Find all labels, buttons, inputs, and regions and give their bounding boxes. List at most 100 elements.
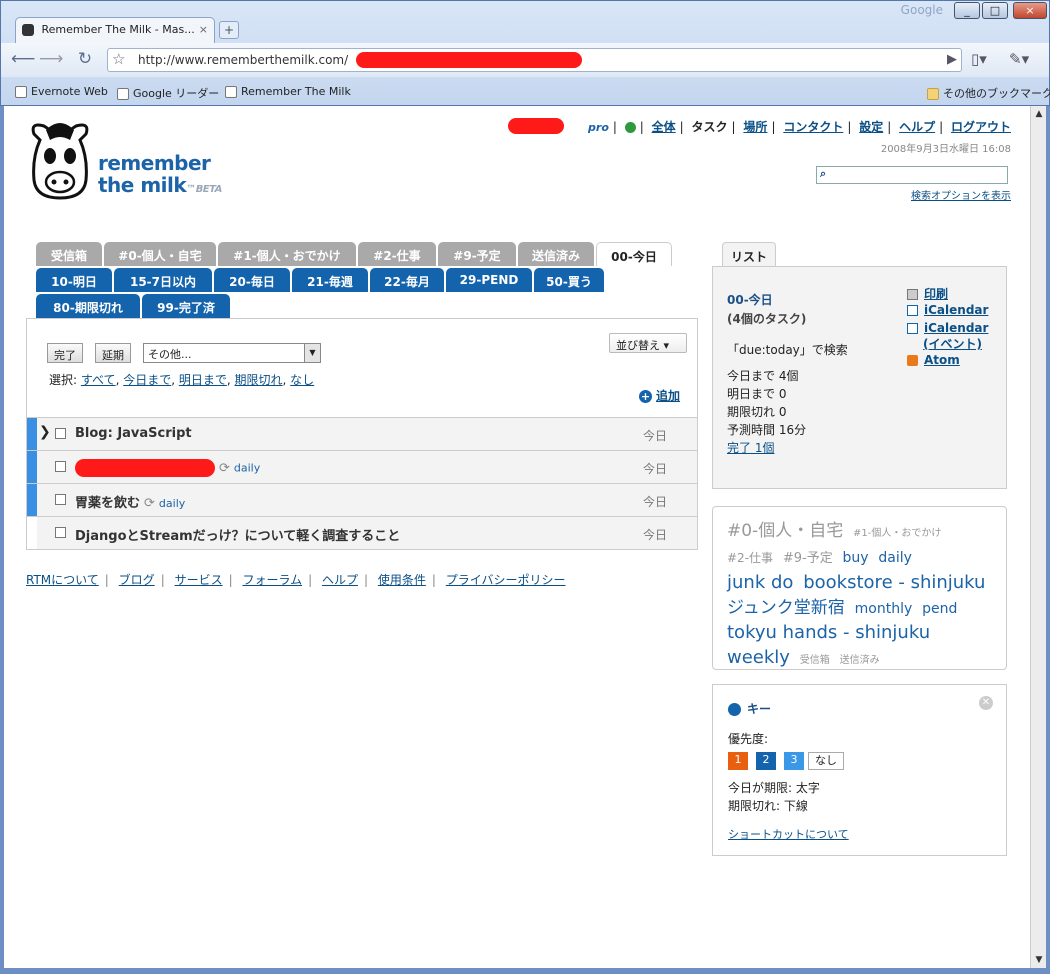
tag-cloud-item[interactable]: pend: [922, 601, 957, 617]
tab-personal-out[interactable]: #1-個人・おでかけ: [218, 242, 356, 266]
icalendar-events-link[interactable]: iCalendar: [907, 321, 988, 335]
minimize-button[interactable]: _: [954, 2, 980, 19]
page-menu-icon[interactable]: ▯▾: [971, 50, 987, 68]
tab-within-7-days[interactable]: 15-7日以内: [114, 268, 212, 292]
icalendar-events-sub[interactable]: (イベント): [923, 335, 982, 352]
footer-services[interactable]: サービス: [175, 573, 223, 587]
other-bookmarks[interactable]: その他のブックマーク: [927, 85, 1050, 101]
add-icon[interactable]: [624, 122, 636, 133]
task-checkbox[interactable]: [55, 494, 66, 505]
new-tab-button[interactable]: +: [219, 21, 239, 39]
tab-weekly[interactable]: 21-毎週: [292, 268, 368, 292]
tag-cloud-item[interactable]: weekly: [727, 647, 790, 668]
tag-cloud-item[interactable]: 送信済み: [840, 655, 880, 666]
nav-help[interactable]: ヘルプ: [899, 120, 935, 134]
print-link[interactable]: 印刷: [907, 285, 948, 302]
tag-cloud-item[interactable]: junk do: [727, 572, 793, 593]
task-name[interactable]: 胃薬を飲む ⟳ daily: [75, 492, 185, 511]
tab-pend[interactable]: 29-PEND: [446, 268, 532, 292]
forward-icon[interactable]: ⟶: [39, 48, 63, 72]
select-overdue-link[interactable]: 期限切れ: [235, 373, 283, 387]
bookmark-google-reader[interactable]: Google リーダー: [117, 85, 219, 101]
tab-schedule[interactable]: #9-予定: [438, 242, 516, 266]
wrench-icon[interactable]: ✎▾: [1009, 50, 1029, 68]
completed-link[interactable]: 完了 1個: [727, 439, 774, 456]
reload-icon[interactable]: ↻: [73, 48, 97, 72]
tag-cloud-item[interactable]: tokyu hands - shinjuku: [727, 622, 930, 643]
tab-inbox[interactable]: 受信箱: [36, 242, 102, 266]
task-tag[interactable]: daily: [234, 462, 260, 475]
tab-overdue[interactable]: 80-期限切れ: [36, 294, 140, 318]
browser-tab[interactable]: Remember The Milk - Mas... ×: [15, 17, 215, 43]
scroll-up-icon[interactable]: ▲: [1031, 106, 1047, 122]
nav-locations[interactable]: 場所: [743, 120, 767, 134]
task-tag[interactable]: daily: [159, 497, 185, 510]
tab-tomorrow[interactable]: 10-明日: [36, 268, 112, 292]
task-checkbox[interactable]: [55, 527, 66, 538]
scroll-down-icon[interactable]: ▼: [1031, 952, 1047, 968]
tab-completed[interactable]: 99-完了済: [142, 294, 230, 318]
tab-sent[interactable]: 送信済み: [518, 242, 594, 266]
tab-monthly[interactable]: 22-毎月: [370, 268, 444, 292]
tag-cloud-item[interactable]: buy: [843, 550, 869, 566]
footer-forums[interactable]: フォーラム: [242, 573, 302, 587]
more-actions-select[interactable]: その他... ▼: [143, 343, 321, 363]
footer-help[interactable]: ヘルプ: [322, 573, 358, 587]
task-name[interactable]: DjangoとStreamだっけ？について軽く調査すること: [75, 525, 400, 544]
select-tomorrow-link[interactable]: 明日まで: [179, 373, 227, 387]
sort-button[interactable]: 並び替え ▾: [609, 333, 687, 353]
nav-settings[interactable]: 設定: [859, 120, 883, 134]
tab-work[interactable]: #2-仕事: [358, 242, 436, 266]
atom-link[interactable]: Atom: [907, 353, 960, 367]
bookmark-rtm[interactable]: Remember The Milk: [225, 85, 351, 98]
footer-privacy[interactable]: プライバシーポリシー: [446, 573, 566, 587]
back-icon[interactable]: ⟵: [11, 48, 35, 72]
tag-cloud-item[interactable]: 受信箱: [800, 655, 830, 666]
task-name[interactable]: Blog: JavaScript: [75, 426, 192, 441]
task-row[interactable]: ⟳ daily 今日: [27, 450, 697, 483]
nav-contacts[interactable]: コンタクト: [783, 120, 843, 134]
tag-cloud-item[interactable]: bookstore - shinjuku: [803, 572, 985, 593]
tab-buy[interactable]: 50-買う: [534, 268, 604, 292]
task-row[interactable]: 胃薬を飲む ⟳ daily 今日: [27, 483, 697, 516]
task-name[interactable]: ⟳ daily: [75, 459, 260, 477]
close-window-button[interactable]: ×: [1013, 2, 1047, 19]
tag-cloud-item[interactable]: monthly: [855, 601, 913, 617]
footer-about[interactable]: RTMについて: [26, 573, 99, 587]
go-icon[interactable]: ▶: [947, 52, 957, 67]
logo[interactable]: remember the milk™BETA: [26, 118, 226, 202]
tab-personal-home[interactable]: #0-個人・自宅: [104, 242, 216, 266]
tag-cloud-item[interactable]: #9-予定: [783, 551, 833, 566]
tag-cloud-item[interactable]: ジュンク堂新宿: [727, 598, 845, 618]
search-input[interactable]: ⌕: [816, 166, 1008, 184]
select-all-link[interactable]: すべて: [81, 373, 116, 387]
nav-overview[interactable]: 全体: [652, 120, 676, 134]
add-task-button[interactable]: + 追加: [639, 387, 680, 404]
icalendar-link[interactable]: iCalendar: [907, 303, 988, 317]
close-icon[interactable]: ✕: [979, 696, 993, 710]
task-checkbox[interactable]: [55, 461, 66, 472]
footer-terms[interactable]: 使用条件: [378, 573, 426, 587]
maximize-button[interactable]: □: [982, 2, 1008, 19]
tag-cloud-item[interactable]: #0-個人・自宅: [727, 521, 843, 541]
list-tab[interactable]: リスト: [722, 242, 776, 267]
star-icon[interactable]: ☆: [112, 50, 125, 68]
tag-cloud-item[interactable]: daily: [878, 550, 912, 566]
complete-button[interactable]: 完了: [47, 343, 83, 363]
postpone-button[interactable]: 延期: [95, 343, 131, 363]
tab-today[interactable]: 00-今日: [596, 242, 672, 266]
task-row[interactable]: DjangoとStreamだっけ？について軽く調査すること 今日: [27, 516, 697, 549]
tab-close-icon[interactable]: ×: [199, 23, 208, 36]
shortcuts-link[interactable]: ショートカットについて: [728, 826, 849, 842]
tag-cloud-item[interactable]: #2-仕事: [727, 551, 773, 565]
select-none-link[interactable]: なし: [290, 373, 314, 387]
task-row[interactable]: ❯ Blog: JavaScript 今日: [27, 417, 697, 450]
tag-cloud-item[interactable]: #1-個人・おでかけ: [853, 528, 941, 539]
nav-logout[interactable]: ログアウト: [951, 120, 1011, 134]
tab-daily[interactable]: 20-毎日: [214, 268, 290, 292]
bookmark-evernote[interactable]: Evernote Web: [15, 85, 108, 98]
scrollbar[interactable]: ▲ ▼: [1030, 106, 1046, 968]
footer-blog[interactable]: ブログ: [119, 573, 155, 587]
select-today-link[interactable]: 今日まで: [123, 373, 171, 387]
task-checkbox[interactable]: [55, 428, 66, 439]
